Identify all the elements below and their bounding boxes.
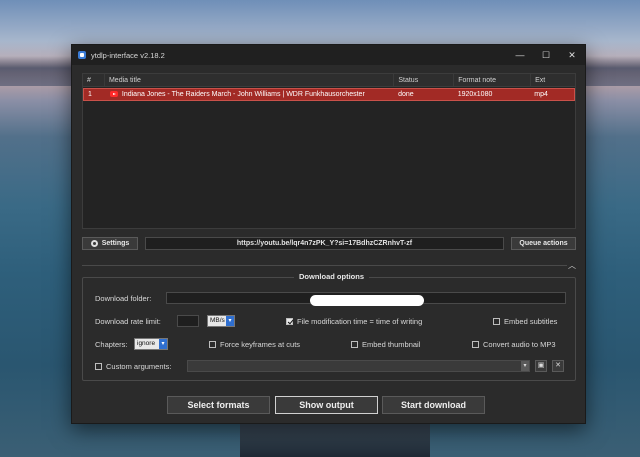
checkbox-icon (472, 341, 479, 348)
embed-subtitles-label: Embed subtitles (504, 317, 558, 326)
row-status: done (398, 91, 414, 98)
column-header-index[interactable]: # (83, 74, 105, 86)
download-rate-label: Download rate limit: (95, 317, 161, 326)
column-header-status[interactable]: Status (394, 74, 455, 86)
checkbox-checked-icon (286, 318, 293, 325)
chapters-value: ignore (137, 340, 156, 347)
app-window: ytdlp-interface v2.18.2 — ☐ ✕ # Media ti… (71, 44, 586, 424)
app-icon (78, 51, 86, 59)
download-folder-label: Download folder: (95, 294, 152, 303)
close-button[interactable]: ✕ (559, 45, 585, 65)
youtube-icon (109, 91, 118, 97)
row-title: Indiana Jones - The Raiders March - John… (121, 91, 365, 98)
rate-unit-select[interactable]: MB/s ▾ (207, 315, 235, 327)
custom-arguments-label: Custom arguments: (106, 362, 172, 371)
row-ext: mp4 (534, 91, 548, 98)
url-input[interactable]: https://youtu.be/lqr4n7zPK_Y?si=17BdhzCZ… (145, 237, 504, 250)
redacted-path (310, 295, 424, 306)
embed-subtitles-checkbox[interactable]: Embed subtitles (493, 317, 557, 326)
window-controls: — ☐ ✕ (507, 45, 585, 65)
column-header-format-note[interactable]: Format note (454, 74, 532, 86)
download-folder-field[interactable] (166, 292, 566, 306)
title-bar[interactable]: ytdlp-interface v2.18.2 — ☐ ✕ (72, 45, 585, 65)
media-table: # Media title Status Format note Ext 1 I… (82, 73, 576, 229)
gear-icon (90, 240, 98, 247)
select-formats-button[interactable]: Select formats (167, 396, 270, 414)
embed-thumbnail-checkbox[interactable]: Embed thumbnail (351, 340, 420, 349)
rate-limit-input[interactable] (177, 315, 199, 327)
rate-unit-value: MB/s (210, 317, 225, 324)
start-download-button[interactable]: Start download (382, 396, 485, 414)
row-format-note: 1920x1080 (457, 91, 493, 98)
column-header-title[interactable]: Media title (105, 74, 395, 86)
table-row[interactable]: 1 Indiana Jones - The Raiders March - Jo… (83, 88, 575, 101)
force-keyframes-label: Force keyframes at cuts (220, 340, 301, 349)
chevron-down-icon[interactable]: ▾ (521, 361, 529, 371)
custom-arguments-checkbox[interactable]: Custom arguments: (95, 362, 171, 371)
window-title: ytdlp-interface v2.18.2 (91, 50, 165, 60)
checkbox-icon (209, 341, 216, 348)
row-title-cell: Indiana Jones - The Raiders March - John… (106, 89, 394, 100)
minimize-button[interactable]: — (507, 45, 533, 65)
checkbox-icon (95, 363, 102, 370)
force-keyframes-checkbox[interactable]: Force keyframes at cuts (209, 340, 300, 349)
table-header: # Media title Status Format note Ext (83, 74, 575, 87)
download-options-title: Download options (294, 272, 369, 281)
maximize-button[interactable]: ☐ (533, 45, 559, 65)
custom-arguments-input[interactable]: ▾ (187, 360, 530, 372)
open-args-icon[interactable]: ▣ (535, 360, 547, 372)
settings-label: Settings (101, 240, 130, 247)
checkbox-icon (493, 318, 500, 325)
section-divider (82, 265, 567, 266)
convert-mp3-checkbox[interactable]: Convert audio to MP3 (472, 340, 556, 349)
column-header-ext[interactable]: Ext (531, 74, 575, 86)
settings-button[interactable]: Settings (82, 237, 138, 250)
embed-thumbnail-label: Embed thumbnail (362, 340, 421, 349)
clear-args-icon[interactable]: ✕ (552, 360, 564, 372)
file-mod-time-checkbox[interactable]: File modification time = time of writing (286, 317, 422, 326)
chevron-down-icon: ▾ (159, 339, 167, 349)
queue-actions-button[interactable]: Queue actions (511, 237, 576, 250)
file-mod-time-label: File modification time = time of writing (297, 317, 423, 326)
download-options-group: Download options Download folder: Downlo… (82, 272, 576, 381)
chevron-down-icon: ▾ (226, 316, 234, 326)
checkbox-icon (351, 341, 358, 348)
show-output-button[interactable]: Show output (275, 396, 378, 414)
convert-mp3-label: Convert audio to MP3 (483, 340, 556, 349)
chapters-label: Chapters: (95, 340, 128, 349)
row-index: 1 (88, 91, 92, 98)
wallpaper-pier (240, 422, 430, 457)
chevron-up-icon[interactable]: ︿ (568, 260, 576, 271)
chapters-select[interactable]: ignore ▾ (134, 338, 168, 350)
